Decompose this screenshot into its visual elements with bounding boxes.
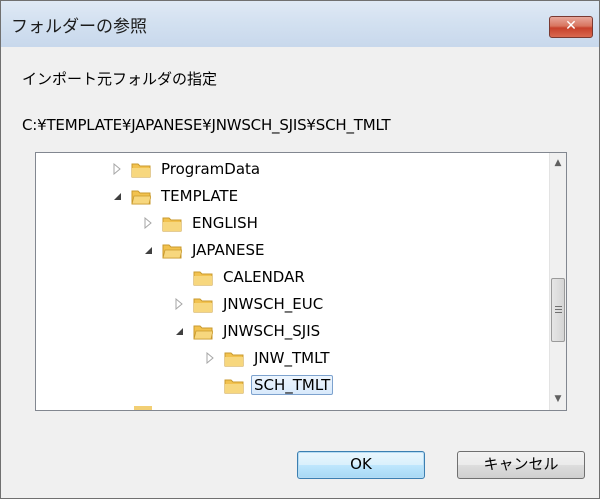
tree-item-jnw-tmlt[interactable]: JNW_TMLT (204, 345, 333, 371)
expand-arrow-icon[interactable] (142, 217, 154, 229)
expand-arrow-icon[interactable] (111, 163, 123, 175)
tree-item-sch-tmlt[interactable]: SCH_TMLT (224, 372, 334, 398)
current-path: C:¥TEMPLATE¥JAPANESE¥JNWSCH_SJIS¥SCH_TML… (22, 116, 391, 134)
dialog-body: インポート元フォルダの指定 C:¥TEMPLATE¥JAPANESE¥JNWSC… (7, 47, 593, 492)
tree-item-label: TEMPLATE (161, 187, 239, 205)
browse-folder-dialog: フォルダーの参照 ✕ インポート元フォルダの指定 C:¥TEMPLATE¥JAP… (0, 0, 600, 499)
tree-item-label: JNW_TMLT (254, 349, 330, 367)
folder-icon (193, 269, 213, 286)
collapse-arrow-icon[interactable] (111, 190, 123, 202)
tree-item-programdata[interactable]: ProgramData (111, 156, 263, 182)
scroll-down-icon[interactable]: ▼ (550, 391, 566, 408)
vertical-scrollbar[interactable]: ▲ ▼ (549, 153, 566, 410)
close-button[interactable]: ✕ (549, 16, 593, 38)
ok-button[interactable]: OK (297, 451, 425, 479)
cancel-button[interactable]: キャンセル (457, 451, 585, 479)
tree-item-label: CALENDAR (223, 268, 305, 286)
title-bar[interactable]: フォルダーの参照 ✕ (1, 1, 599, 47)
tree-item-english[interactable]: ENGLISH (142, 210, 261, 236)
expand-arrow-icon[interactable] (204, 352, 216, 364)
tree-item-label: JAPANESE (192, 241, 265, 259)
folder-icon (193, 296, 213, 313)
tree-item-label: ProgramData (161, 160, 261, 178)
tree-item-template[interactable]: TEMPLATE (111, 183, 241, 209)
tree-item-jnwsch-sjis[interactable]: JNWSCH_SJIS (173, 318, 323, 344)
close-icon: ✕ (565, 18, 577, 34)
window-title: フォルダーの参照 (11, 17, 147, 37)
tree-item-label: SCH_TMLT (251, 375, 334, 395)
folder-open-icon (162, 242, 183, 259)
tree-item-label: ENGLISH (192, 214, 258, 232)
folder-icon (131, 161, 151, 178)
collapse-arrow-icon[interactable] (173, 325, 185, 337)
collapse-arrow-icon[interactable] (142, 244, 154, 256)
tree-item-jnwsch-euc[interactable]: JNWSCH_EUC (173, 291, 326, 317)
instruction-text: インポート元フォルダの指定 (22, 70, 218, 88)
folder-icon (224, 350, 244, 367)
folder-tree[interactable]: ProgramData TEMPLATE ENGLISH JAPANESE CA… (35, 152, 567, 411)
folder-open-icon (193, 323, 214, 340)
tree-item-calendar[interactable]: CALENDAR (193, 264, 308, 290)
partial-folder-icon (134, 406, 152, 410)
scroll-up-icon[interactable]: ▲ (550, 155, 566, 172)
scrollbar-thumb[interactable] (551, 278, 565, 342)
expand-arrow-icon[interactable] (173, 298, 185, 310)
tree-item-label: JNWSCH_EUC (223, 295, 324, 313)
tree-item-label: JNWSCH_SJIS (223, 322, 321, 340)
folder-icon (162, 215, 182, 232)
folder-icon (224, 377, 244, 394)
tree-item-japanese[interactable]: JAPANESE (142, 237, 267, 263)
folder-open-icon (131, 188, 152, 205)
